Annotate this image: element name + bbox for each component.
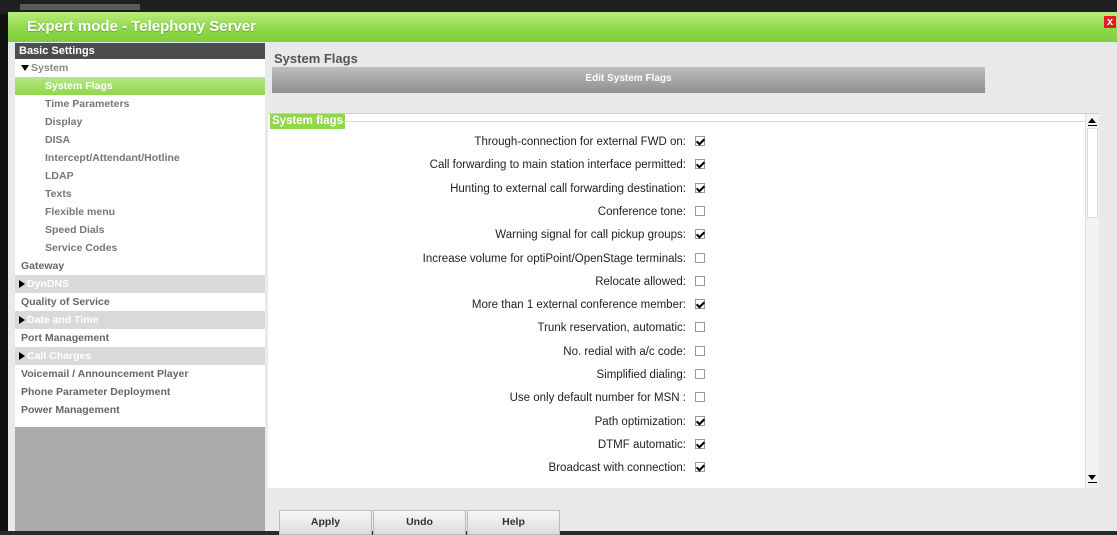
vertical-scrollbar[interactable]	[1085, 114, 1099, 488]
flag-checkbox[interactable]	[695, 159, 705, 170]
sidebar-item-texts[interactable]: Texts	[15, 185, 265, 203]
flag-label: Call forwarding to main station interfac…	[429, 159, 686, 172]
flag-row: Broadcast with connection:	[268, 459, 705, 477]
flag-checkbox[interactable]	[695, 205, 705, 216]
flag-row: Path optimization:	[268, 413, 705, 431]
expand-down-icon	[21, 65, 29, 72]
flag-row: Relocate allowed:	[268, 273, 705, 291]
sidebar-item-flexible-menu[interactable]: Flexible menu	[15, 203, 265, 221]
flag-label: Increase volume for optiPoint/OpenStage …	[422, 252, 686, 265]
flag-label: Broadcast with connection:	[548, 462, 686, 475]
tab-label: Edit System Flags	[585, 73, 672, 84]
sidebar-item-gateway[interactable]: Gateway	[15, 257, 265, 275]
background-deco	[20, 4, 140, 10]
sidebar-item-date-time[interactable]: Date and Time	[15, 311, 265, 329]
window-title: Expert mode - Telephony Server	[27, 18, 256, 35]
flag-label: Hunting to external call forwarding dest…	[450, 182, 686, 195]
flag-label: Conference tone:	[597, 205, 686, 218]
help-button[interactable]: Help	[467, 510, 560, 535]
sidebar-item-system[interactable]: System	[15, 59, 265, 77]
scroll-thumb[interactable]	[1087, 128, 1098, 218]
flag-label: No. redial with a/c code:	[563, 345, 686, 358]
sidebar-item-display[interactable]: Display	[15, 113, 265, 131]
flag-label: Path optimization:	[594, 415, 686, 428]
system-flags-panel: System flags Through-connection for exte…	[268, 113, 1099, 488]
sidebar-item-label: Date and Time	[27, 314, 99, 326]
flag-row: Use only default number for MSN :	[268, 389, 705, 407]
page-title: System Flags	[274, 51, 358, 66]
sidebar-item-call-charges[interactable]: Call Charges	[15, 347, 265, 365]
sidebar-item-ldap[interactable]: LDAP	[15, 167, 265, 185]
sidebar-item-time-parameters[interactable]: Time Parameters	[15, 95, 265, 113]
flag-row: Call forwarding to main station interfac…	[268, 156, 705, 174]
background-edge	[0, 14, 8, 531]
flag-checkbox[interactable]	[695, 369, 705, 379]
scroll-top-line	[1088, 125, 1097, 126]
flag-row: More than 1 external conference member:	[268, 296, 705, 314]
flag-row: Through-connection for external FWD on:	[268, 133, 705, 151]
button-bar: Apply Undo Help	[266, 497, 1105, 535]
flag-label: Simplified dialing:	[596, 369, 687, 381]
flag-row: Warning signal for call pickup groups:	[268, 226, 705, 244]
scroll-down-arrow-icon[interactable]	[1088, 475, 1096, 480]
flag-row: Increase volume for optiPoint/OpenStage …	[268, 250, 705, 268]
tab-edit-system-flags[interactable]: Edit System Flags	[272, 67, 985, 93]
sidebar-item-voicemail[interactable]: Voicemail / Announcement Player	[15, 365, 265, 383]
fieldset-legend: System flags	[270, 114, 345, 129]
flag-label: Relocate allowed:	[595, 275, 686, 288]
flag-checkbox[interactable]	[695, 136, 705, 146]
title-bar: Expert mode - Telephony Server x	[8, 12, 1117, 42]
expert-mode-window: Expert mode - Telephony Server x Basic S…	[8, 12, 1117, 535]
sidebar-item-label: System	[31, 62, 69, 74]
flag-label: Trunk reservation, automatic:	[537, 322, 687, 335]
undo-button[interactable]: Undo	[373, 510, 466, 535]
flag-row: No. redial with a/c code:	[268, 343, 705, 361]
sidebar-item-label: Call Charges	[27, 350, 92, 362]
flag-label: DTMF automatic:	[597, 438, 686, 451]
flag-label: Through-connection for external FWD on:	[474, 136, 686, 148]
flag-row: Conference tone:	[268, 203, 705, 221]
close-button[interactable]: x	[1104, 16, 1116, 28]
flag-label: Warning signal for call pickup groups:	[495, 229, 686, 242]
flag-row: Hunting to external call forwarding dest…	[268, 180, 705, 198]
scroll-bottom-line	[1088, 482, 1097, 483]
sidebar-item-disa[interactable]: DISA	[15, 131, 265, 149]
flag-checkbox[interactable]	[695, 462, 705, 473]
flag-checkbox[interactable]	[695, 322, 705, 333]
sidebar-item-system-flags[interactable]: System Flags	[15, 77, 265, 95]
flag-checkbox[interactable]	[695, 252, 705, 263]
flag-checkbox[interactable]	[695, 229, 705, 240]
expand-right-icon	[19, 280, 25, 289]
flag-checkbox[interactable]	[695, 299, 705, 310]
sidebar-item-phone-parameter[interactable]: Phone Parameter Deployment	[15, 383, 265, 401]
expand-right-icon	[19, 352, 25, 361]
flag-checkbox[interactable]	[695, 415, 705, 426]
flag-row: Trunk reservation, automatic:	[268, 319, 705, 337]
flag-checkbox[interactable]	[695, 392, 705, 403]
scroll-up-arrow-icon[interactable]	[1088, 118, 1096, 123]
sidebar-item-dyndns[interactable]: DynDNS	[15, 275, 265, 293]
main-content: System Flags Edit System Flags System fl…	[266, 43, 1105, 535]
flag-row: DTMF automatic:	[268, 436, 705, 454]
flag-row: Simplified dialing:	[268, 366, 705, 384]
sidebar-item-service-codes[interactable]: Service Codes	[15, 239, 265, 257]
sidebar-item-qos[interactable]: Quality of Service	[15, 293, 265, 311]
sidebar-item-speed-dials[interactable]: Speed Dials	[15, 221, 265, 239]
flag-checkbox[interactable]	[695, 275, 705, 286]
apply-button[interactable]: Apply	[279, 510, 372, 535]
flag-checkbox[interactable]	[695, 345, 705, 356]
flag-label: Use only default number for MSN :	[509, 392, 686, 405]
expand-right-icon	[19, 316, 25, 325]
sidebar-item-port-management[interactable]: Port Management	[15, 329, 265, 347]
legend-divider	[342, 121, 1099, 122]
sidebar-header: Basic Settings	[15, 43, 265, 59]
sidebar-item-intercept[interactable]: Intercept/Attendant/Hotline	[15, 149, 265, 167]
sidebar-spacer	[15, 419, 265, 427]
sidebar-item-label: DynDNS	[27, 278, 70, 290]
sidebar: Basic Settings System System Flags Time …	[15, 43, 265, 531]
flag-checkbox[interactable]	[695, 438, 705, 449]
sidebar-item-power-management[interactable]: Power Management	[15, 401, 265, 419]
flag-checkbox[interactable]	[695, 182, 705, 193]
flag-label: More than 1 external conference member:	[471, 299, 686, 312]
